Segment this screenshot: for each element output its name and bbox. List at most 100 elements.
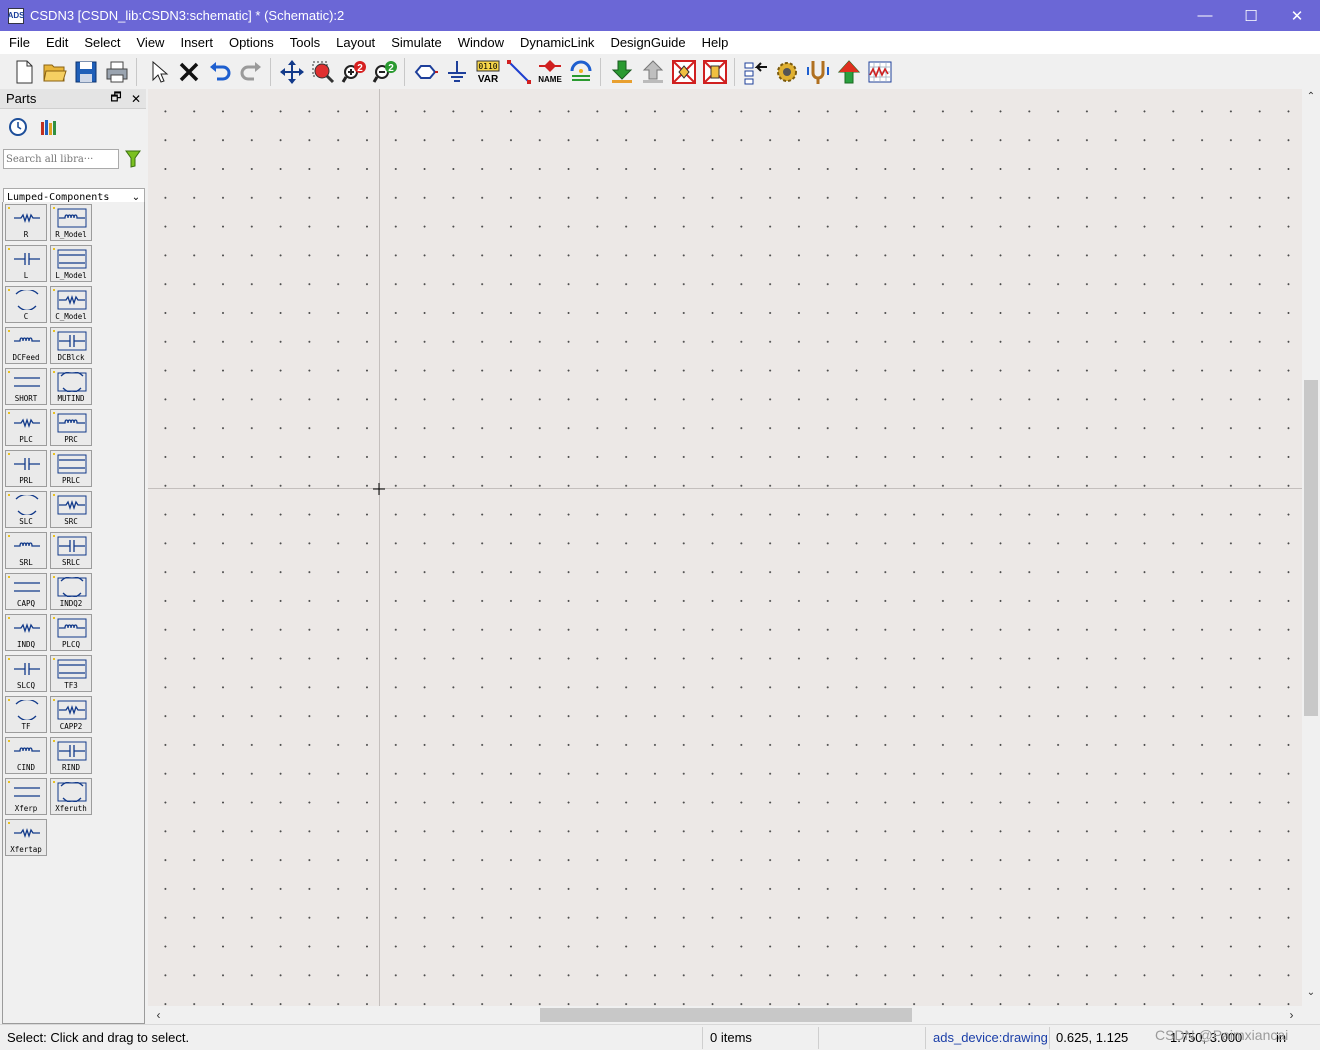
deactivate-icon: [671, 59, 696, 84]
menu-dynamiclink[interactable]: DynamicLink: [512, 31, 602, 54]
move-button[interactable]: [276, 56, 307, 87]
menu-help[interactable]: Help: [694, 31, 737, 54]
scroll-left-arrow-icon[interactable]: ‹: [150, 1006, 167, 1024]
component-library-button[interactable]: [740, 56, 771, 87]
horizontal-scrollbar[interactable]: ‹ ›: [148, 1006, 1302, 1024]
insert-ground-button[interactable]: [441, 56, 472, 87]
zoom-in-button[interactable]: 2: [338, 56, 369, 87]
menu-options[interactable]: Options: [221, 31, 282, 54]
component-indq[interactable]: INDQ: [5, 614, 47, 651]
component-slc[interactable]: SLC: [5, 491, 47, 528]
component-tf[interactable]: TF: [5, 696, 47, 733]
vertical-scrollbar[interactable]: ⌃ ⌄: [1302, 89, 1320, 1006]
component-prlc[interactable]: PRLC: [50, 450, 92, 487]
menu-simulate[interactable]: Simulate: [383, 31, 450, 54]
component-indq2[interactable]: INDQ2: [50, 573, 92, 610]
tuning-button[interactable]: [802, 56, 833, 87]
parts-panel-title: Parts: [6, 91, 37, 106]
component-srl[interactable]: SRL: [5, 532, 47, 569]
save-button[interactable]: [70, 56, 101, 87]
menu-select[interactable]: Select: [76, 31, 128, 54]
component-symbol-icon: [57, 741, 87, 761]
maximize-button[interactable]: ☐: [1228, 0, 1274, 31]
select-pointer-button[interactable]: [142, 56, 173, 87]
insert-port-button[interactable]: [410, 56, 441, 87]
status-divider: [818, 1027, 819, 1049]
library-browser-button[interactable]: [38, 115, 68, 139]
zoom-out-button[interactable]: 2: [369, 56, 400, 87]
vertical-scroll-thumb[interactable]: [1304, 380, 1318, 716]
menu-view[interactable]: View: [129, 31, 173, 54]
close-button[interactable]: ✕: [1274, 0, 1320, 31]
float-panel-button[interactable]: 🗗: [106, 88, 126, 109]
component-l-model[interactable]: L_Model: [50, 245, 92, 282]
component-prl[interactable]: PRL: [5, 450, 47, 487]
component-dcblck[interactable]: DCBlck: [50, 327, 92, 364]
component-xferp[interactable]: Xferp: [5, 778, 47, 815]
component-xfertap[interactable]: Xfertap: [5, 819, 47, 856]
component-cind[interactable]: CIND: [5, 737, 47, 774]
insert-var-button[interactable]: 0110 VAR: [472, 56, 503, 87]
wire-icon: [506, 59, 531, 84]
open-button[interactable]: [39, 56, 70, 87]
component-rind[interactable]: RIND: [50, 737, 92, 774]
simulate-button[interactable]: [833, 56, 864, 87]
short-component-button[interactable]: [699, 56, 730, 87]
simulate-settings-button[interactable]: [771, 56, 802, 87]
print-button[interactable]: [101, 56, 132, 87]
pop-out-button[interactable]: [637, 56, 668, 87]
component-plcq[interactable]: PLCQ: [50, 614, 92, 651]
redo-button[interactable]: [235, 56, 266, 87]
schematic-canvas[interactable]: [148, 89, 1302, 1006]
recent-parts-button[interactable]: [8, 115, 38, 139]
zoom-area-button[interactable]: [307, 56, 338, 87]
insert-wire-button[interactable]: [503, 56, 534, 87]
component-xferuth[interactable]: Xferuth: [50, 778, 92, 815]
component-slcq[interactable]: SLCQ: [5, 655, 47, 692]
component-c-model[interactable]: C_Model: [50, 286, 92, 323]
status-hint: Select: Click and drag to select.: [7, 1030, 190, 1045]
push-into-button[interactable]: [606, 56, 637, 87]
menu-window[interactable]: Window: [450, 31, 512, 54]
app-icon: ADS: [8, 7, 24, 24]
component-src[interactable]: SRC: [50, 491, 92, 528]
component-plc[interactable]: PLC: [5, 409, 47, 446]
delete-button[interactable]: [173, 56, 204, 87]
var-icon: 0110 VAR: [476, 60, 499, 85]
horizontal-scroll-thumb[interactable]: [540, 1008, 912, 1022]
component-mutind[interactable]: MUTIND: [50, 368, 92, 405]
scroll-down-arrow-icon[interactable]: ⌄: [1302, 987, 1320, 1004]
component-r-model[interactable]: R_Model: [50, 204, 92, 241]
filter-icon[interactable]: [125, 150, 141, 168]
component-r[interactable]: R: [5, 204, 47, 241]
data-display-button[interactable]: [864, 56, 895, 87]
component-c[interactable]: C: [5, 286, 47, 323]
menu-edit[interactable]: Edit: [38, 31, 76, 54]
menu-file[interactable]: File: [0, 31, 38, 54]
insert-name-button[interactable]: NAME: [534, 56, 565, 87]
menu-layout[interactable]: Layout: [328, 31, 383, 54]
parts-search-input[interactable]: [3, 149, 119, 169]
menu-insert[interactable]: Insert: [172, 31, 221, 54]
scroll-right-arrow-icon[interactable]: ›: [1283, 1006, 1300, 1024]
undo-button[interactable]: [204, 56, 235, 87]
component-l[interactable]: L: [5, 245, 47, 282]
deactivate-button[interactable]: [668, 56, 699, 87]
component-srlc[interactable]: SRLC: [50, 532, 92, 569]
minimize-button[interactable]: —: [1182, 0, 1228, 31]
close-panel-button[interactable]: ✕: [126, 92, 146, 106]
component-prc[interactable]: PRC: [50, 409, 92, 446]
scroll-up-arrow-icon[interactable]: ⌃: [1302, 91, 1320, 108]
menu-tools[interactable]: Tools: [282, 31, 328, 54]
component-short[interactable]: SHORT: [5, 368, 47, 405]
component-label: Xfertap: [10, 845, 42, 854]
component-capq[interactable]: CAPQ: [5, 573, 47, 610]
component-dcfeed[interactable]: DCFeed: [5, 327, 47, 364]
component-tf3[interactable]: TF3: [50, 655, 92, 692]
component-label: SLCQ: [16, 681, 36, 690]
tune-button[interactable]: [565, 56, 596, 87]
new-document-button[interactable]: [8, 56, 39, 87]
component-capp2[interactable]: CAPP2: [50, 696, 92, 733]
menu-designguide[interactable]: DesignGuide: [602, 31, 693, 54]
component-symbol-icon: [57, 659, 87, 679]
